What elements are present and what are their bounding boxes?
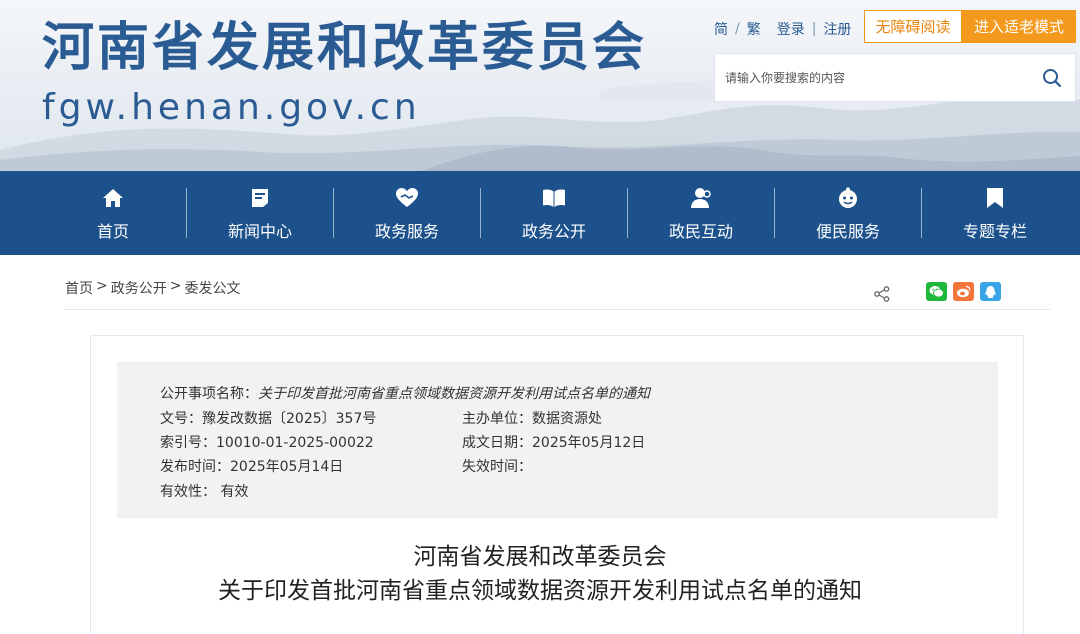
book-icon: [542, 186, 566, 210]
weibo-icon: [957, 285, 971, 298]
login-link[interactable]: 登录: [777, 19, 805, 39]
divider: /: [735, 21, 740, 37]
meta-label: 索引号：: [160, 435, 216, 451]
breadcrumb-separator: >: [169, 278, 182, 294]
convenience-icon: [836, 186, 860, 210]
meta-label: 失效时间：: [462, 459, 532, 475]
people-icon: [689, 186, 713, 210]
meta-label: 有效性：: [160, 484, 216, 500]
nav-label: 首页: [96, 222, 129, 241]
meta-value: 有效: [220, 484, 249, 500]
nav-item-special-topics[interactable]: 专题专栏: [935, 171, 1055, 255]
top-links: 简 / 繁 登录 | 注册: [714, 18, 851, 40]
nav-divider: [627, 188, 628, 238]
nav-label: 专题专栏: [962, 222, 1027, 241]
meta-value: 豫发改数据〔2025〕357号: [202, 411, 377, 427]
meta-created-date: 成文日期：2025年05月12日: [462, 432, 645, 452]
nav-item-gov-openness[interactable]: 政务公开: [494, 171, 614, 255]
meta-label: 主办单位：: [462, 411, 532, 427]
meta-value: 数据资源处: [532, 411, 602, 427]
main-nav: 首页 新闻中心 政务服务 政务公开 政民互动 便民服务 专题专栏: [0, 171, 1080, 255]
breadcrumb-current[interactable]: 委发公文: [184, 278, 240, 298]
traditional-chinese-link[interactable]: 繁: [747, 19, 761, 39]
meta-value: 10010-01-2025-00022: [216, 435, 374, 451]
accessibility-reading-button[interactable]: 无障碍阅读: [864, 10, 962, 43]
meta-value: 关于印发首批河南省重点领域数据资源开发利用试点名单的通知: [258, 386, 650, 402]
nav-item-gov-services[interactable]: 政务服务: [347, 171, 467, 255]
breadcrumb-separator: >: [96, 278, 108, 294]
nav-divider: [186, 188, 187, 238]
nav-label: 政务公开: [521, 222, 586, 241]
nav-divider: [333, 188, 334, 238]
news-icon: [248, 186, 272, 210]
nav-divider: [480, 188, 481, 238]
nav-divider: [921, 188, 922, 238]
breadcrumb-divider: [65, 309, 1050, 310]
elder-mode-button[interactable]: 进入适老模式: [962, 10, 1076, 43]
nav-item-home[interactable]: 首页: [53, 171, 173, 255]
meta-label: 发布时间：: [160, 459, 230, 475]
home-icon: [101, 186, 125, 210]
meta-item-name: 公开事项名称：关于印发首批河南省重点领域数据资源开发利用试点名单的通知: [160, 383, 650, 403]
qq-share-button[interactable]: [980, 282, 1001, 301]
meta-doc-number: 文号：豫发改数据〔2025〕357号: [160, 408, 376, 428]
wechat-icon: [929, 286, 944, 298]
divider: |: [811, 21, 817, 37]
nav-item-news-center[interactable]: 新闻中心: [200, 171, 320, 255]
breadcrumb-gov-openness[interactable]: 政务公开: [111, 278, 167, 298]
site-title: 河南省发展和改革委员会: [42, 18, 648, 78]
nav-item-convenience[interactable]: 便民服务: [788, 171, 908, 255]
meta-value: 2025年05月14日: [230, 459, 344, 475]
nav-label: 便民服务: [815, 222, 880, 241]
weibo-share-button[interactable]: [953, 282, 974, 301]
nav-label: 新闻中心: [227, 222, 292, 241]
meta-value: 2025年05月12日: [532, 435, 646, 451]
nav-label: 政民互动: [668, 222, 733, 241]
qq-icon: [985, 285, 996, 298]
meta-host-unit: 主办单位：数据资源处: [462, 408, 602, 428]
document-title-line-2: 关于印发首批河南省重点领域数据资源开发利用试点名单的通知: [218, 578, 862, 604]
nav-divider: [774, 188, 775, 238]
document-title-line-1: 河南省发展和改革委员会: [413, 544, 667, 570]
search-icon: [1043, 69, 1062, 88]
bookmark-icon: [983, 186, 1007, 210]
nav-item-interaction[interactable]: 政民互动: [641, 171, 761, 255]
breadcrumb: 首页 > 政务公开 > 委发公文: [65, 278, 240, 298]
share-button[interactable]: [873, 285, 891, 303]
heart-hands-icon: [395, 186, 419, 210]
meta-label: 公开事项名称：: [160, 386, 258, 402]
search-input[interactable]: [715, 54, 1025, 101]
search-box: [714, 53, 1076, 102]
meta-expiry-date: 失效时间：: [462, 456, 532, 476]
site-domain: fgw.henan.gov.cn: [42, 87, 421, 128]
register-link[interactable]: 注册: [823, 19, 851, 39]
meta-published-date: 发布时间：2025年05月14日: [160, 456, 343, 476]
wechat-share-button[interactable]: [926, 282, 947, 301]
breadcrumb-home[interactable]: 首页: [65, 278, 93, 298]
meta-validity: 有效性： 有效: [160, 481, 248, 501]
header-banner: 河南省发展和改革委员会 fgw.henan.gov.cn 简 / 繁 登录 | …: [0, 0, 1080, 171]
simplified-chinese-link[interactable]: 简: [714, 19, 728, 39]
nav-label: 政务服务: [374, 222, 439, 241]
meta-label: 成文日期：: [462, 435, 532, 451]
share-icon: [874, 286, 890, 302]
meta-index-number: 索引号：10010-01-2025-00022: [160, 432, 374, 452]
meta-label: 文号：: [160, 411, 202, 427]
search-button[interactable]: [1041, 67, 1063, 89]
